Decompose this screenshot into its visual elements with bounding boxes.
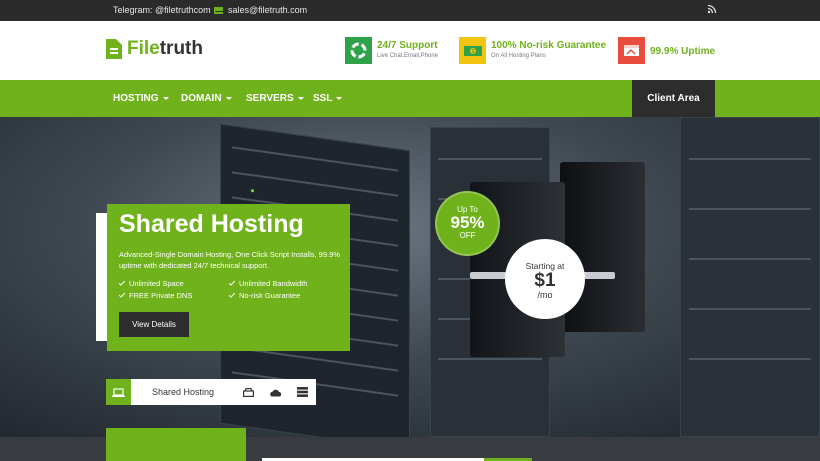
feature-title: 99.9% Uptime <box>650 45 716 57</box>
server-icon <box>297 387 308 397</box>
tab-shared-hosting[interactable]: Shared Hosting <box>131 379 235 405</box>
email-contact[interactable]: sales@filetruth.com <box>214 5 307 15</box>
cloud-icon <box>270 389 282 396</box>
promo-description: Advanced-Single Domain Hosting, One Clic… <box>119 250 340 270</box>
view-details-button[interactable]: View Details <box>119 312 189 337</box>
envelope-icon <box>214 6 224 14</box>
tab-vps[interactable] <box>235 379 262 405</box>
feature-uptime: 99.9% Uptime <box>618 37 715 64</box>
chevron-down-icon <box>225 97 232 100</box>
site-logo[interactable]: Filetruth <box>106 38 203 60</box>
price-badge: Starting at $1 /mo <box>505 239 585 319</box>
domain-search-band <box>0 428 820 461</box>
nav-item-hosting[interactable]: HOSTING <box>113 93 169 104</box>
feature-subtitle: On All Hosting Plans <box>491 53 546 59</box>
lifebuoy-icon <box>345 37 372 64</box>
feature-support: 24/7 Support Live Chat,Email,Phone <box>345 37 438 64</box>
telegram-contact[interactable]: Telegram: @filetruthcom <box>113 5 211 15</box>
laptop-icon <box>112 387 125 397</box>
chevron-down-icon <box>162 97 169 100</box>
hosting-tabs: Shared Hosting <box>106 379 316 405</box>
price-value: $1 <box>534 270 556 291</box>
check-icon <box>118 291 126 298</box>
nav-item-ssl[interactable]: SSL <box>313 93 343 104</box>
check-icon <box>228 291 236 298</box>
tab-shared-hosting-icon[interactable] <box>106 379 131 405</box>
nav-item-domain[interactable]: DOMAIN <box>181 93 232 104</box>
list-item: Unlimited Bandwidth <box>228 279 339 288</box>
promo-feature-list: Unlimited Space Unlimited Bandwidth FREE… <box>118 279 344 300</box>
domain-search-label-box <box>106 428 246 461</box>
money-icon: $ <box>459 37 486 64</box>
chevron-down-icon <box>297 97 304 100</box>
tab-cloud[interactable] <box>262 379 289 405</box>
rss-icon[interactable] <box>707 4 717 14</box>
hard-drive-icon <box>243 387 254 397</box>
client-area-button[interactable]: Client Area <box>632 80 715 117</box>
feature-title: 100% No-risk Guarantee <box>491 40 607 51</box>
top-bar: Telegram: @filetruthcom sales@filetruth.… <box>0 0 820 21</box>
site-header: Filetruth 24/7 Support Live Chat,Email,P… <box>0 21 820 80</box>
list-item: Unlimited Space <box>118 279 229 288</box>
svg-text:$: $ <box>471 49 474 55</box>
logo-text: Filetruth <box>127 38 203 59</box>
price-unit: /mo <box>537 290 553 300</box>
promo-card: Shared Hosting Advanced-Single Domain Ho… <box>107 204 350 351</box>
nav-item-servers[interactable]: SERVERS <box>246 93 304 104</box>
server-rack-image <box>680 117 820 437</box>
chevron-down-icon <box>336 97 343 100</box>
feature-title: 24/7 Support <box>377 40 438 51</box>
check-icon <box>118 279 126 286</box>
file-logo-icon <box>106 39 122 59</box>
promo-title: Shared Hosting <box>119 210 304 238</box>
badge-percent: 95% <box>450 213 485 232</box>
list-item: No-risk Guarantee <box>228 291 339 300</box>
badge-line: OFF <box>459 231 476 240</box>
email-text: sales@filetruth.com <box>228 5 308 15</box>
check-icon <box>228 279 236 286</box>
discount-badge: Up To 95% OFF <box>435 191 500 256</box>
feature-subtitle: Live Chat,Email,Phone <box>377 53 439 59</box>
gauge-icon <box>618 37 645 64</box>
list-item: FREE Private DNS <box>118 291 229 300</box>
feature-guarantee: $ 100% No-risk Guarantee On All Hosting … <box>459 37 606 64</box>
tab-dedicated[interactable] <box>289 379 316 405</box>
